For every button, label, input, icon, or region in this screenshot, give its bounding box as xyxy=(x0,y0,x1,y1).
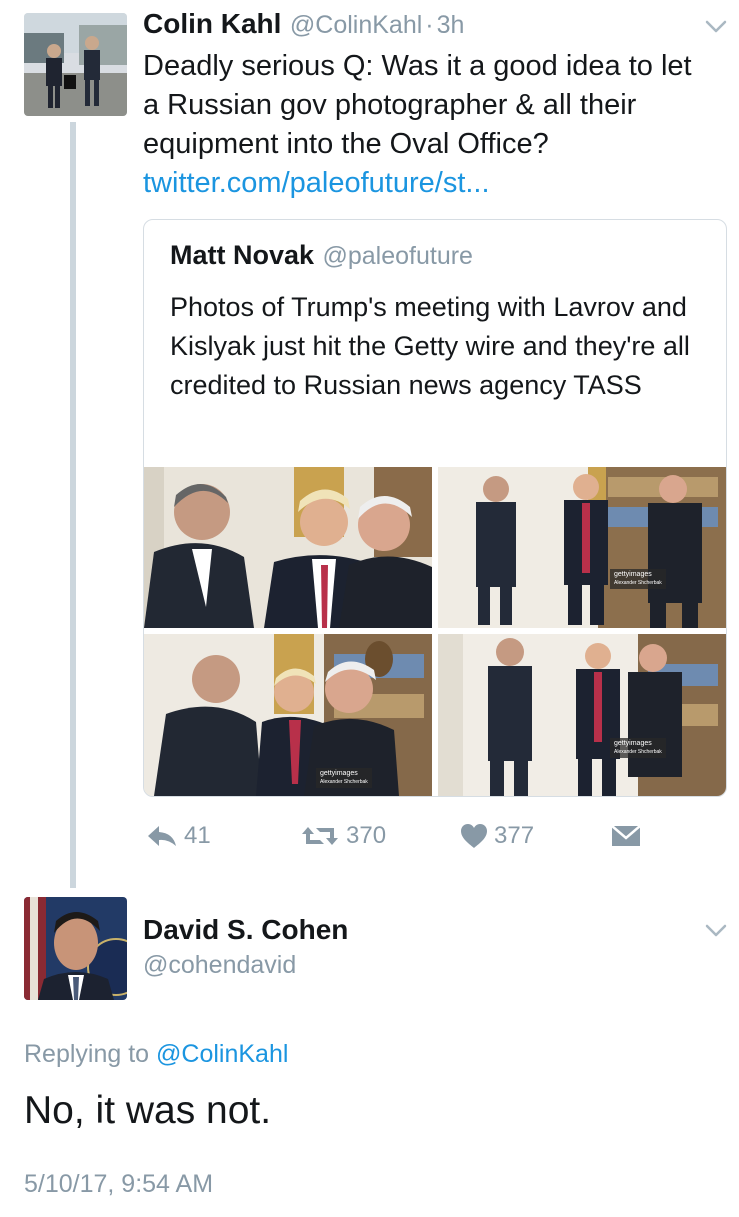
getty-photographer-credit: Alexander Shcherbak xyxy=(614,580,662,586)
retweet-count: 370 xyxy=(346,822,387,849)
envelope-icon xyxy=(611,825,641,846)
reply-icon xyxy=(148,826,176,846)
thread-connector-line xyxy=(70,122,76,888)
replying-to-line: Replying to @ColinKahl xyxy=(24,1040,288,1069)
time-separator: · xyxy=(425,11,434,39)
reply-text: No, it was not. xyxy=(24,1089,272,1132)
tweet-text: Deadly serious Q: Was it a good idea to … xyxy=(143,50,692,160)
quoted-header: Matt Novak @paleofuture xyxy=(170,240,473,271)
reply-author-handle[interactable]: @cohendavid xyxy=(143,951,296,980)
replying-to-prefix: Replying to xyxy=(24,1040,150,1068)
getty-watermark-text: gettyimages xyxy=(320,770,358,777)
retweet-icon xyxy=(302,827,338,845)
quoted-text: Photos of Trump's meeting with Lavrov an… xyxy=(170,292,690,400)
direct-message-action[interactable] xyxy=(611,818,641,854)
author-name[interactable]: Colin Kahl xyxy=(143,8,281,39)
chevron-down-icon[interactable] xyxy=(705,20,727,34)
replying-to-handle[interactable]: @ColinKahl xyxy=(156,1040,288,1068)
heart-icon xyxy=(461,824,487,848)
david-cohen-avatar[interactable] xyxy=(24,897,127,1000)
quoted-tweet-card[interactable]: Matt Novak @paleofuture Photos of Trump'… xyxy=(143,219,727,797)
tweet-header: Colin Kahl @ColinKahl · 3h xyxy=(143,8,703,44)
chevron-down-icon[interactable] xyxy=(705,924,727,938)
quoted-author-handle: @paleofuture xyxy=(322,242,473,270)
getty-watermark: gettyimages Alexander Shcherbak xyxy=(610,569,666,589)
reply-author-name[interactable]: David S. Cohen xyxy=(143,914,348,946)
getty-watermark: gettyimages Alexander Shcherbak xyxy=(316,768,372,788)
colin-kahl-avatar[interactable] xyxy=(24,13,127,116)
getty-photographer-credit: Alexander Shcherbak xyxy=(320,779,368,785)
getty-photographer-credit: Alexander Shcherbak xyxy=(614,749,662,755)
retweet-action[interactable]: 370 xyxy=(300,818,386,854)
like-count: 377 xyxy=(494,822,535,849)
quoted-author-name: Matt Novak xyxy=(170,240,315,270)
quoted-photo-4[interactable]: gettyimages Alexander Shcherbak xyxy=(438,634,726,796)
reply-count: 41 xyxy=(184,822,211,849)
reply-timestamp[interactable]: 5/10/17, 9:54 AM xyxy=(24,1170,213,1199)
getty-watermark-text: gettyimages xyxy=(614,571,652,578)
quoted-photo-1[interactable] xyxy=(144,467,432,628)
quoted-photo-2[interactable]: gettyimages Alexander Shcherbak xyxy=(438,467,726,628)
tweet-time[interactable]: 3h xyxy=(437,11,465,39)
reply-action[interactable]: 41 xyxy=(146,818,211,854)
getty-watermark-text: gettyimages xyxy=(614,740,652,747)
getty-watermark: gettyimages Alexander Shcherbak xyxy=(610,738,666,758)
quoted-photo-3[interactable]: gettyimages Alexander Shcherbak xyxy=(144,634,432,796)
tweet-link[interactable]: twitter.com/paleofuture/st... xyxy=(143,164,703,203)
author-handle[interactable]: @ColinKahl xyxy=(290,11,422,39)
tweet-body: Deadly serious Q: Was it a good idea to … xyxy=(143,47,703,203)
like-action[interactable]: 377 xyxy=(460,818,534,854)
